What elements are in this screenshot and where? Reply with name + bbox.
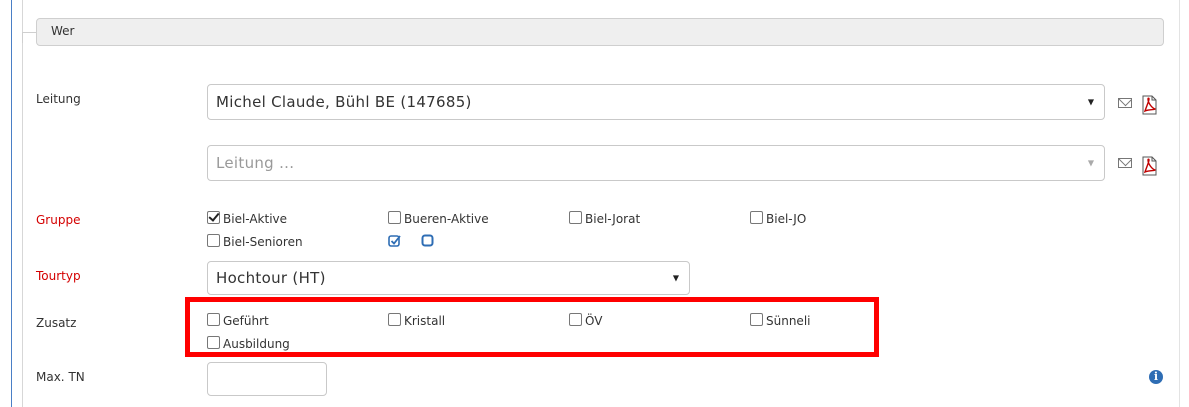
chevron-down-icon: ▼ bbox=[1087, 158, 1094, 168]
uncheck-all-icon[interactable] bbox=[421, 234, 434, 247]
panel-border-right bbox=[1179, 0, 1180, 407]
mail-icon[interactable] bbox=[1118, 158, 1132, 168]
fieldset-corner bbox=[22, 32, 37, 43]
mail-icon[interactable] bbox=[1118, 98, 1132, 108]
tourtyp-select-value: Hochtour (HT) bbox=[216, 269, 326, 287]
leitung-label: Leitung bbox=[36, 92, 81, 106]
gruppe-label: Gruppe bbox=[36, 213, 81, 227]
checkbox-label: Bueren-Aktive bbox=[404, 212, 489, 226]
checkbox-label: Biel-Senioren bbox=[223, 235, 303, 249]
panel-border-left bbox=[22, 0, 23, 407]
leitung-select[interactable]: Michel Claude, Bühl BE (147685) ▼ bbox=[207, 84, 1105, 120]
checkbox[interactable] bbox=[207, 234, 220, 247]
chevron-down-icon: ▼ bbox=[1087, 97, 1094, 107]
leitung-secondary-select[interactable]: Leitung ... ▼ bbox=[207, 145, 1105, 181]
checkbox-label: Biel-JO bbox=[766, 212, 807, 226]
zusatz-label: Zusatz bbox=[36, 316, 77, 330]
left-accent-line bbox=[11, 0, 12, 407]
leitung-select-value: Michel Claude, Bühl BE (147685) bbox=[216, 93, 472, 111]
info-icon[interactable]: i bbox=[1149, 370, 1163, 384]
checkbox[interactable] bbox=[569, 211, 582, 224]
leitung-secondary-placeholder: Leitung ... bbox=[216, 154, 295, 172]
section-title: Wer bbox=[51, 24, 75, 38]
gruppe-checkbox-biel-jo[interactable]: Biel-JO bbox=[750, 211, 806, 226]
tourtyp-select[interactable]: Hochtour (HT) ▼ bbox=[207, 261, 690, 295]
pdf-icon[interactable] bbox=[1140, 95, 1158, 115]
gruppe-checkbox-biel-jorat[interactable]: Biel-Jorat bbox=[569, 211, 640, 226]
checkbox-label: Biel-Jorat bbox=[585, 212, 641, 226]
zusatz-highlight-box bbox=[185, 297, 879, 357]
section-header: Wer bbox=[36, 18, 1164, 46]
checkbox-checked[interactable] bbox=[207, 211, 220, 224]
checkbox[interactable] bbox=[388, 211, 401, 224]
chevron-down-icon: ▼ bbox=[672, 273, 679, 283]
checkbox-label: Biel-Aktive bbox=[223, 212, 288, 226]
gruppe-checkbox-bueren-aktive[interactable]: Bueren-Aktive bbox=[388, 211, 489, 226]
gruppe-checkbox-biel-senioren[interactable]: Biel-Senioren bbox=[207, 234, 303, 249]
pdf-icon[interactable] bbox=[1140, 156, 1158, 176]
tourtyp-label: Tourtyp bbox=[36, 269, 81, 283]
checkbox[interactable] bbox=[750, 211, 763, 224]
check-all-icon[interactable] bbox=[388, 234, 401, 247]
max-tn-input[interactable] bbox=[207, 362, 327, 396]
max-tn-label: Max. TN bbox=[36, 370, 85, 384]
gruppe-checkbox-biel-aktive[interactable]: Biel-Aktive bbox=[207, 211, 287, 226]
